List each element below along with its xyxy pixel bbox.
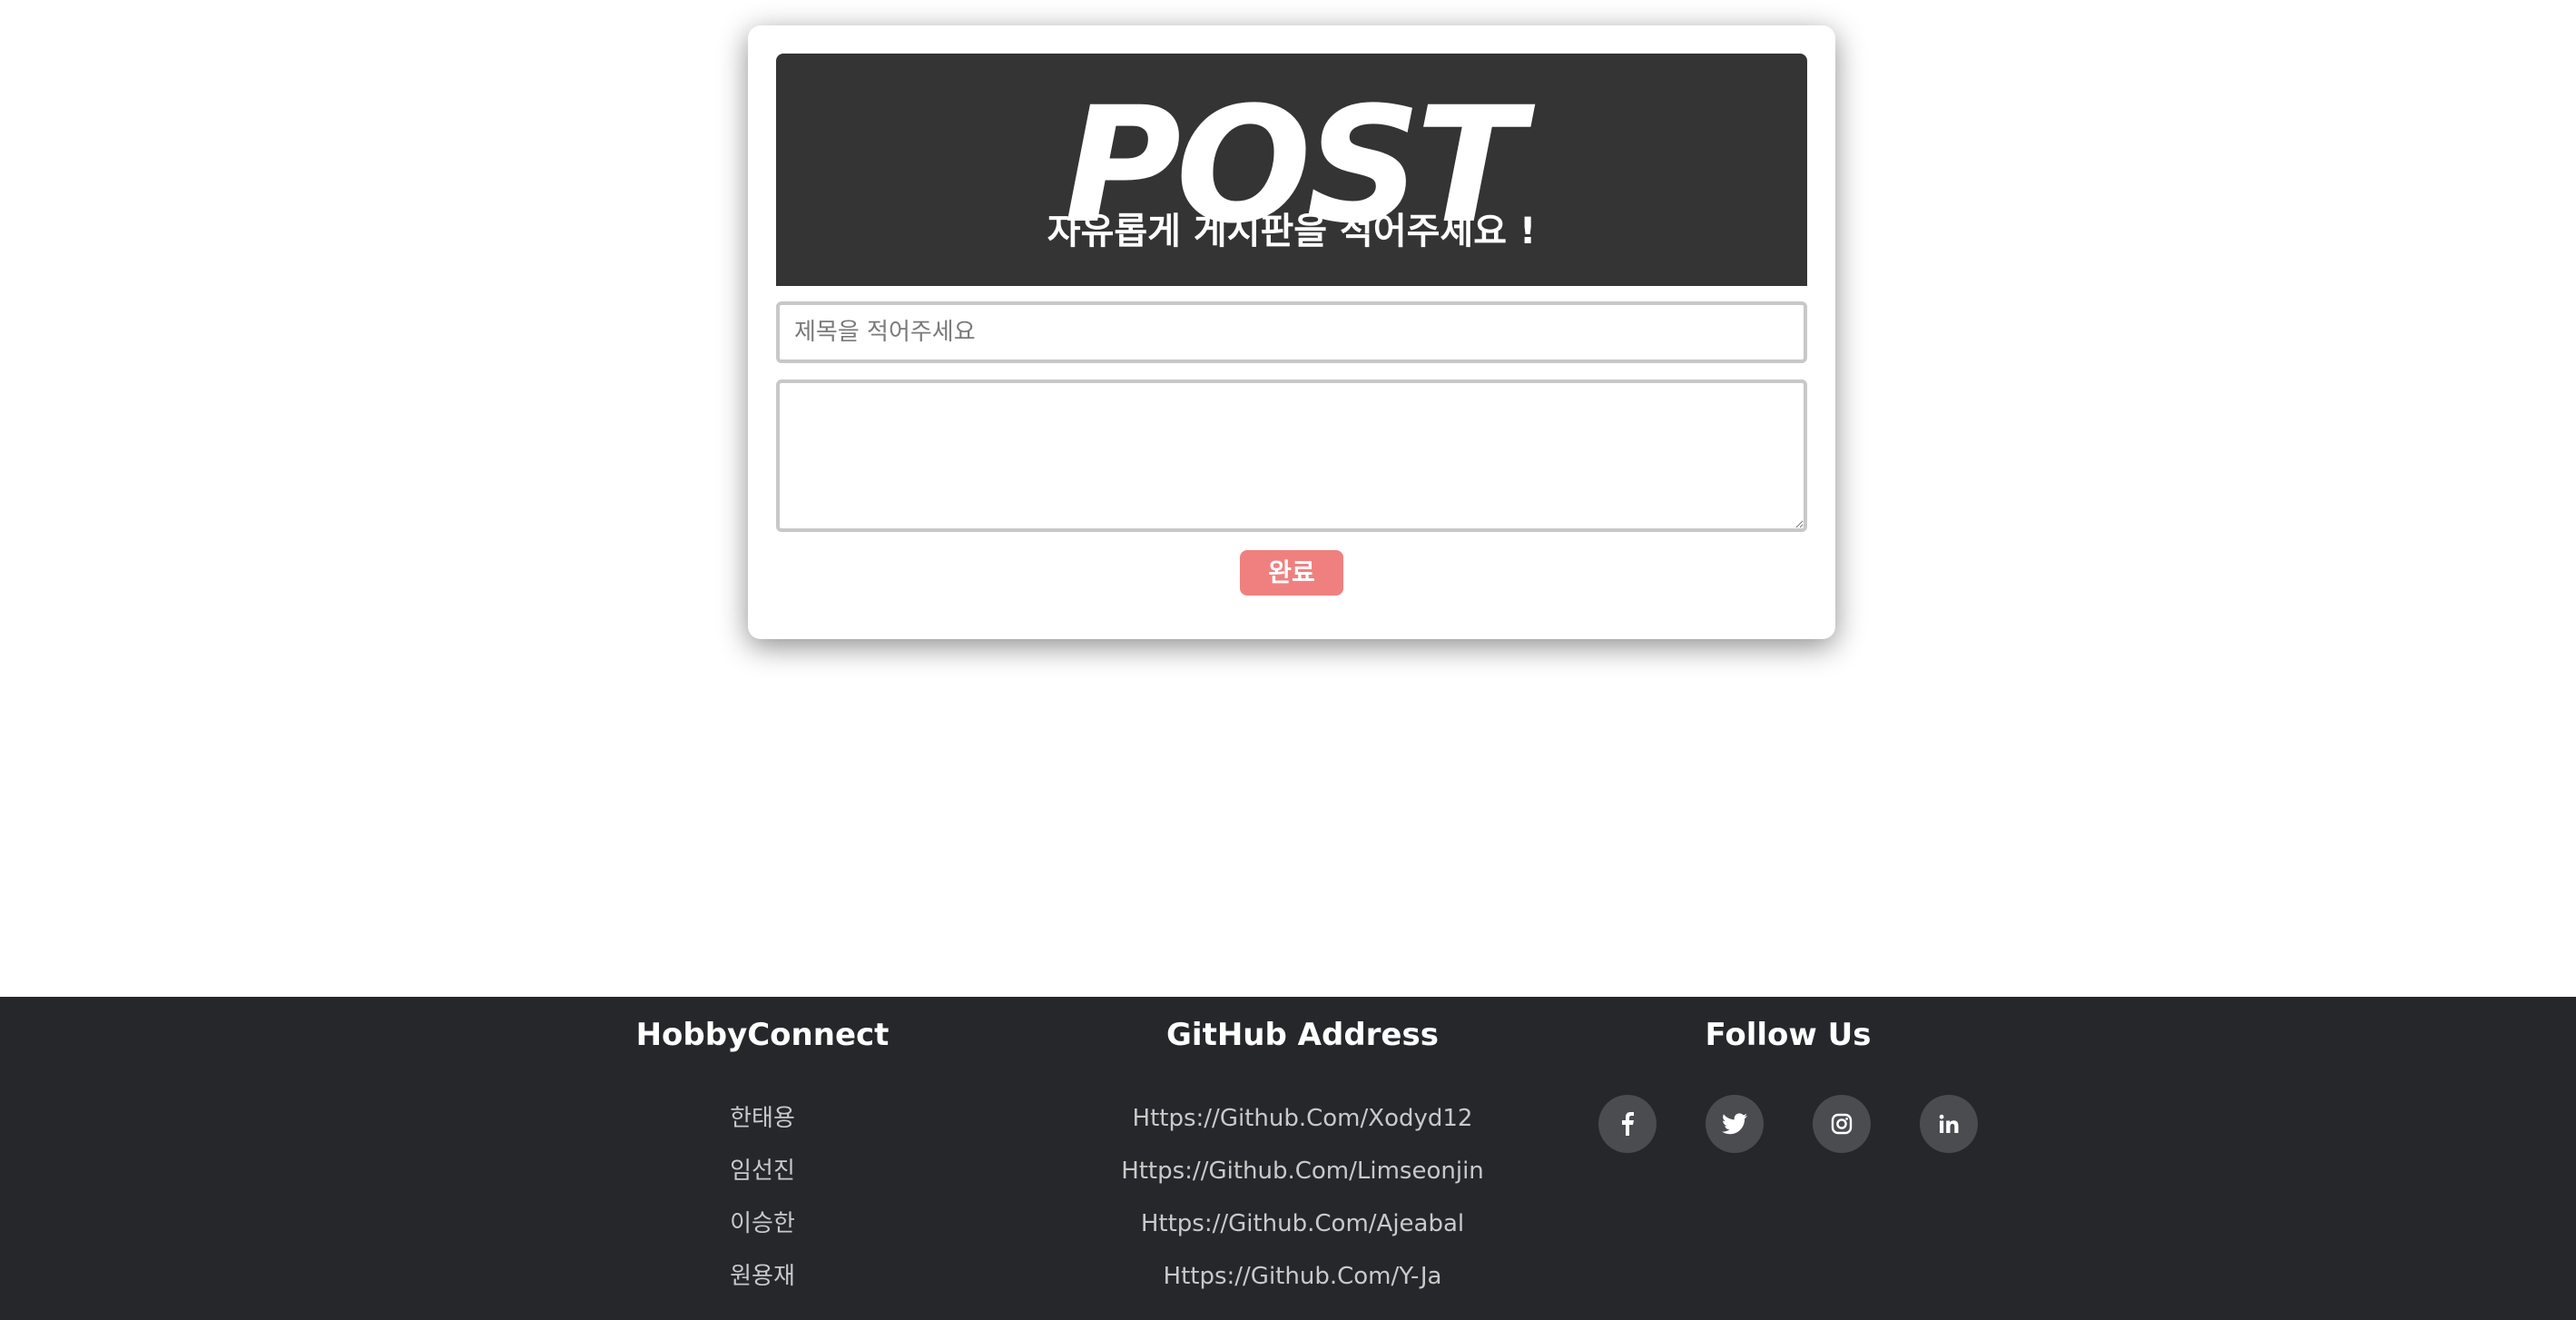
github-link[interactable]: Https://Github.Com/Limseonjin [1076,1155,1529,1207]
facebook-icon [1622,1112,1634,1136]
facebook-button[interactable] [1598,1095,1657,1153]
hero-subtitle: 자유롭게 게시판을 적어주세요 ! [1047,211,1537,252]
github-link[interactable]: Https://Github.Com/Y-Ja [1076,1260,1529,1313]
linkedin-icon [1939,1114,1959,1133]
post-body-textarea[interactable] [776,379,1807,532]
github-link-list: Https://Github.Com/Xodyd12 Https://Githu… [1076,1102,1529,1313]
linkedin-button[interactable] [1920,1095,1978,1153]
member-list: 한태용 임선진 이승한 원용재 [599,1102,926,1313]
instagram-icon [1831,1113,1853,1135]
member-name: 한태용 [730,1105,795,1132]
member-name: 임선진 [730,1157,795,1185]
site-footer: HobbyConnect 한태용 임선진 이승한 원용재 GitHub Addr… [0,997,2576,1320]
member-name: 원용재 [730,1263,795,1290]
post-title-input[interactable] [776,301,1807,363]
footer-brand-heading: HobbyConnect [635,1017,890,1053]
footer-github-heading: GitHub Address [1166,1017,1439,1053]
submit-button[interactable]: 완료 [1240,550,1343,596]
footer-follow-heading: Follow Us [1705,1017,1872,1053]
social-links [1543,1095,2033,1153]
member-name: 이승한 [730,1210,795,1237]
instagram-button[interactable] [1813,1095,1871,1153]
github-link[interactable]: Https://Github.Com/Ajeabal [1076,1207,1529,1260]
github-link[interactable]: Https://Github.Com/Xodyd12 [1076,1102,1529,1155]
post-card: POST 자유롭게 게시판을 적어주세요 ! 완료 [748,25,1835,639]
twitter-icon [1722,1113,1747,1135]
twitter-button[interactable] [1706,1095,1764,1153]
post-hero-banner: POST 자유롭게 게시판을 적어주세요 ! [776,54,1807,286]
